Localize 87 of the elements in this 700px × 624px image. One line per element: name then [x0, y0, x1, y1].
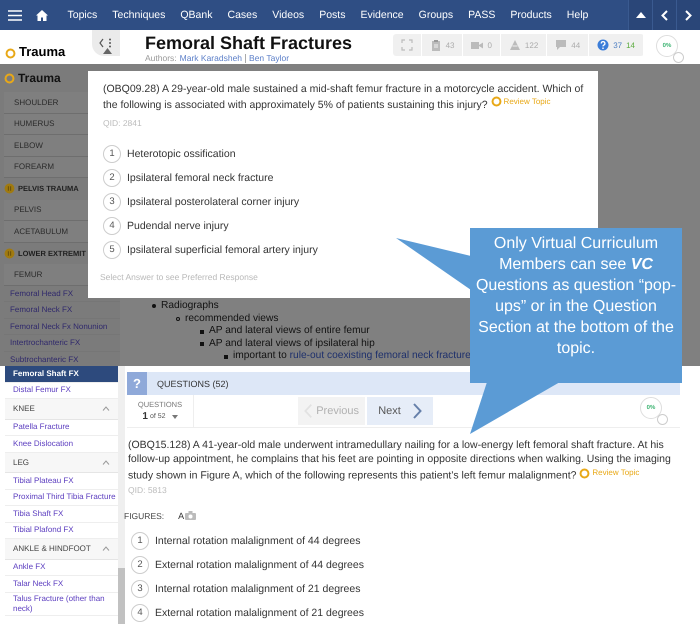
outline-text: recommended views [185, 312, 278, 326]
nav-link[interactable]: Groups [418, 9, 454, 21]
stat-count: 44 [571, 40, 580, 50]
scroll-up-button[interactable] [628, 0, 652, 30]
menu-icon[interactable] [8, 10, 22, 20]
bullet-icon [152, 304, 156, 308]
sidebar-title: Trauma [18, 71, 61, 85]
answer-option[interactable]: Internal rotation malalignment of 21 degrees [155, 582, 360, 594]
answer-option[interactable]: Ipsilateral posterolateral corner injury [127, 196, 300, 208]
question-mark-icon: ? [127, 372, 147, 395]
review-icon [490, 96, 502, 108]
option-number[interactable]: 2 [103, 168, 121, 187]
sidebar-group[interactable]: KNEE [5, 399, 118, 420]
triangle-up-icon [636, 12, 646, 18]
nav-link[interactable]: PASS [468, 9, 496, 21]
chevron-left-icon [99, 38, 113, 48]
outline-text: important to rule-out coexisting femoral neck fracture [233, 350, 471, 363]
previous-button[interactable] [652, 0, 676, 30]
author-link[interactable]: Mark Karadsheh [180, 53, 242, 63]
nav-link[interactable]: Techniques [112, 9, 166, 21]
next-button[interactable]: Next [367, 397, 433, 425]
author-link[interactable]: Ben Taylor [249, 53, 290, 63]
sidebar-link[interactable]: Femoral Shaft FX [5, 366, 118, 382]
option-number[interactable]: 2 [131, 556, 149, 574]
option-number[interactable]: 4 [131, 604, 149, 622]
caret-down-icon[interactable] [172, 414, 178, 418]
figure-link[interactable]: A [178, 510, 196, 520]
option-number[interactable]: 1 [131, 532, 149, 550]
answer-option[interactable]: Pudendal nerve injury [127, 220, 229, 232]
stat-count: 43 [446, 40, 454, 50]
home-icon[interactable] [36, 10, 48, 20]
bullet-icon [176, 316, 180, 321]
nav-link[interactable]: QBank [180, 9, 212, 21]
outline-text: AP and lateral views of entire femur [209, 325, 370, 338]
chevron-icon [102, 546, 110, 552]
chevron-right-icon [412, 403, 422, 419]
option-number[interactable]: 4 [103, 216, 121, 235]
caret-up-icon[interactable] [103, 48, 112, 54]
answer-option[interactable]: Ipsilateral superficial femoral artery injury [127, 244, 318, 256]
section-icon [4, 248, 15, 259]
outline-text: Radiographs [161, 300, 219, 313]
section-title: QUESTIONS (52) [157, 378, 229, 388]
question-text: (OBQ15.128) A 41-year-old male underwent intramedullary nailing for a low-energy left femoral shaft fracture. At his follow-up appointment, he complains that his feet are pointing in opposite directions when walking. Using the imaging study shown in Figure A, which of the following represents this patient's left femur malalignment? Review Topic [128, 438, 672, 482]
nav-link[interactable]: Topics [68, 9, 98, 21]
nav-link[interactable]: Help [566, 9, 588, 21]
answer-option[interactable]: Ipsilateral femoral neck fracture [127, 172, 274, 184]
scrollbar[interactable] [118, 366, 125, 624]
sidebar-group[interactable]: ANKLE & HINDFOOT [5, 539, 118, 560]
collapse-button[interactable] [92, 30, 120, 56]
nav-link[interactable]: Posts [319, 9, 346, 21]
sidebar-group[interactable]: LEG [5, 452, 118, 473]
stat-count: 0 [487, 40, 492, 50]
chevron-right-icon [685, 10, 692, 20]
authors-label: Authors: [145, 53, 177, 63]
answer-option[interactable]: Internal rotation malalignment of 44 degrees [155, 534, 360, 546]
topic-title: Femoral Shaft Fractures [145, 33, 352, 53]
bullet-icon [224, 354, 228, 359]
bullet-icon [200, 342, 204, 346]
outline-text: AP and lateral views of ipsilateral hip [209, 338, 375, 350]
clipboard-icon[interactable] [430, 39, 442, 51]
option-number[interactable]: 3 [131, 580, 149, 598]
option-number[interactable]: 1 [103, 144, 121, 163]
review-icon [579, 468, 590, 478]
answer-option[interactable]: External rotation malalignment of 44 degrees [155, 558, 364, 570]
figures-label: FIGURES: [124, 510, 164, 520]
section-icon [4, 183, 15, 194]
stat-count: 14 [626, 40, 635, 50]
stat-count: 37 [613, 40, 622, 50]
sidebar-title: Trauma [19, 44, 66, 59]
nav-link[interactable]: Evidence [360, 9, 404, 21]
next-button[interactable] [676, 0, 700, 30]
option-number[interactable]: 5 [103, 240, 121, 259]
answer-option[interactable]: External rotation malalignment of 21 degrees [155, 606, 364, 618]
bullet-icon [200, 330, 204, 334]
category-icon [5, 48, 16, 59]
question-id: QID: 5813 [127, 484, 168, 494]
nav-link[interactable]: Products [510, 9, 552, 21]
chevron-left-icon [661, 10, 668, 20]
option-number[interactable]: 3 [103, 192, 121, 211]
nav-link[interactable]: Videos [272, 9, 304, 21]
chevron-icon [102, 406, 110, 412]
answer-option[interactable]: Heterotopic ossification [127, 148, 236, 160]
category-icon [4, 72, 15, 84]
help-icon[interactable] [597, 39, 610, 51]
chevron-icon [102, 460, 110, 465]
stat-count: 122 [524, 40, 538, 50]
nav-link[interactable]: Cases [228, 9, 258, 21]
